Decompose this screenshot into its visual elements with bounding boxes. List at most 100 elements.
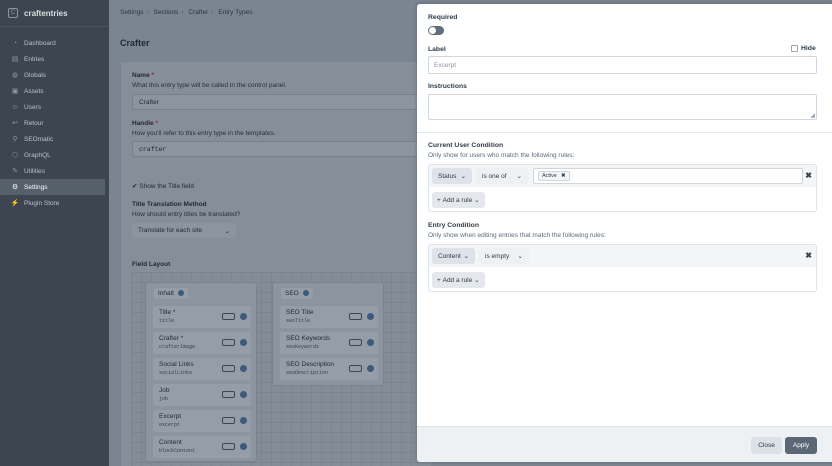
layout-field-title[interactable]: Title * title [153,306,251,328]
chevron-down-icon: ⌄ [516,173,522,180]
add-rule-button[interactable]: + Add a rule ⌄ [432,192,485,208]
sidebar-item-globals[interactable]: ◍ Globals [0,67,109,83]
sidebar-item-label: SEOmatic [24,135,54,143]
breadcrumb: Settings › Sections › Crafter › Entry Types [120,9,253,16]
chevron-down-icon: ⌄ [474,277,480,284]
field-settings-icon[interactable] [240,391,247,398]
field-width-icon[interactable] [222,339,235,346]
remove-tag-icon[interactable]: ✖ [561,173,566,179]
sidebar-item-label: Users [24,103,41,111]
sidebar-item-label: GraphQL [24,151,51,159]
field-settings-slideout: Required Label Hide Excerpt Instructions… [417,4,832,462]
field-settings-icon[interactable] [367,365,374,372]
rule-operator-select[interactable]: is empty ⌄ [479,248,529,264]
field-width-icon[interactable] [349,339,362,346]
divider [417,132,832,133]
title-translation-select[interactable]: Translate for each site ⌄ [132,223,236,238]
sidebar-item-retour[interactable]: ↩ Retour [0,115,109,131]
layout-tab-inhalt[interactable]: Inhalt Title * title Crafter * crafterImage… [145,282,257,462]
active-tag[interactable]: Active ✖ [538,171,570,181]
users-icon: ☺ [11,103,19,111]
required-toggle[interactable] [428,26,444,35]
dashboard-icon: ◔ [12,39,18,47]
name-input[interactable]: Crafter [132,94,422,110]
field-width-icon[interactable] [349,365,362,372]
field-settings-icon[interactable] [367,339,374,346]
rule-attribute-select[interactable]: Content ⌄ [432,248,475,264]
chevron-down-icon: ⌄ [224,227,230,235]
resize-handle-icon: ◢ [810,113,815,119]
sidebar-item-label: Entries [24,55,45,63]
name-help: What this entry type will be called in t… [132,82,287,89]
entry-condition-rule: Content ⌄ is empty ⌄ ✖ [429,245,816,267]
layout-field-seoTitle[interactable]: SEO Title seoTitle [280,306,378,328]
handle-label: Handle * [132,120,159,127]
layout-field-job[interactable]: Job job [153,384,251,406]
layout-field-seoKeywords[interactable]: SEO Keywords seoKeywords [280,332,378,354]
remove-rule-icon[interactable]: ✖ [805,251,812,260]
apply-button[interactable]: Apply [785,437,817,454]
breadcrumb-settings[interactable]: Settings [120,9,144,16]
plus-icon: + [437,196,441,204]
gear-icon: ⚙ [11,184,19,191]
show-title-checkbox[interactable]: ✔ Show the Title field [132,182,194,190]
instructions-label: Instructions [428,83,467,90]
sidebar-item-utilities[interactable]: ✎ Utilities [0,163,109,179]
breadcrumb-sections[interactable]: Sections [153,9,178,16]
field-settings-icon[interactable] [240,443,247,450]
sidebar-item-settings[interactable]: ⚙ Settings [0,179,105,195]
field-settings-icon[interactable] [240,417,247,424]
add-rule-button[interactable]: + Add a rule ⌄ [432,272,485,288]
layout-tab-seo[interactable]: SEO SEO Title seoTitle SEO Keywords seoKeyw… [272,282,384,386]
rule-value-multiselect[interactable]: Active ✖ [533,168,803,184]
layout-tab-title[interactable]: SEO [281,288,313,299]
required-label: Required [428,14,458,21]
handle-input[interactable]: crafter [132,141,422,157]
field-width-icon[interactable] [222,391,235,398]
sidebar-item-seomatic[interactable]: ⚲ SEOmatic [0,131,109,147]
checkmark-icon: ✔ [132,183,138,190]
assets-icon: ▣ [11,88,19,95]
chevron-down-icon: ⌄ [474,197,480,204]
sidebar: C craftentries ◔ Dashboard ▤ Entries ◍ Global… [0,0,109,466]
breadcrumb-entry-types[interactable]: Entry Types [218,9,252,16]
tab-settings-icon[interactable] [177,290,184,297]
layout-tab-title[interactable]: Inhalt [154,288,188,299]
sidebar-item-dashboard[interactable]: ◔ Dashboard [0,35,109,51]
field-width-icon[interactable] [222,443,235,450]
tab-settings-icon[interactable] [302,290,309,297]
field-settings-icon[interactable] [367,313,374,320]
chevron-down-icon: ⌄ [463,253,469,260]
sidebar-item-assets[interactable]: ▣ Assets [0,83,109,99]
layout-field-blockContent[interactable]: Content blockContent [153,436,251,458]
field-settings-icon[interactable] [240,365,247,372]
close-button[interactable]: Close [751,437,782,454]
sidebar-nav: ◔ Dashboard ▤ Entries ◍ Globals ▣ Assets ☺ Users ↩… [0,35,109,211]
breadcrumb-crafter[interactable]: Crafter [188,9,208,16]
remove-rule-icon[interactable]: ✖ [805,171,812,180]
field-width-icon[interactable] [349,313,362,320]
instructions-textarea[interactable]: ◢ [428,94,817,120]
rule-operator-select[interactable]: is one of ⌄ [476,168,528,184]
graphql-icon: ⬡ [11,152,19,159]
field-width-icon[interactable] [222,365,235,372]
layout-field-excerpt[interactable]: Excerpt excerpt [153,410,251,432]
layout-field-crafterImage[interactable]: Crafter * crafterImage [153,332,251,354]
hide-checkbox[interactable]: Hide [791,45,816,52]
field-width-icon[interactable] [222,417,235,424]
rule-attribute-select[interactable]: Status ⌄ [432,168,472,184]
label-input[interactable]: Excerpt [428,56,817,74]
brand[interactable]: C craftentries [0,0,109,27]
chevron-down-icon: ⌄ [460,173,466,180]
field-width-icon[interactable] [222,313,235,320]
sidebar-item-entries[interactable]: ▤ Entries [0,51,109,67]
sidebar-item-plugin-store[interactable]: ⚡ Plugin Store [0,195,109,211]
sidebar-item-graphql[interactable]: ⬡ GraphQL [0,147,109,163]
field-settings-icon[interactable] [240,339,247,346]
layout-field-socialLinks[interactable]: Social Links socialLinks [153,358,251,380]
sidebar-item-label: Dashboard [24,39,56,47]
layout-field-seoDescription[interactable]: SEO Description seoDescription [280,358,378,380]
field-settings-icon[interactable] [240,313,247,320]
sidebar-item-label: Globals [24,71,47,79]
sidebar-item-users[interactable]: ☺ Users [0,99,109,115]
